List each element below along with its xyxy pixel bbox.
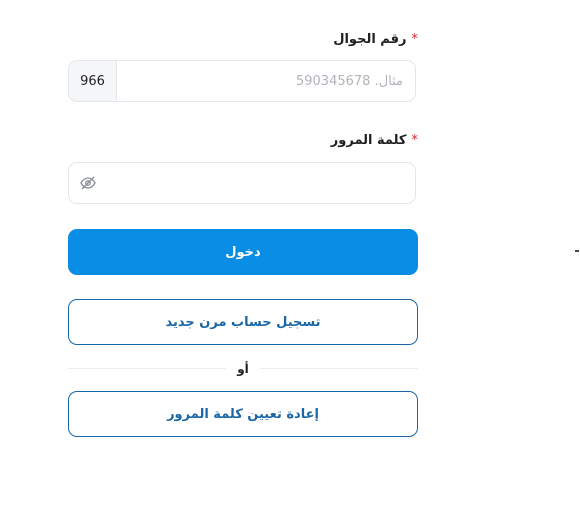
phone-input[interactable] [116,61,415,101]
phone-field[interactable]: 966 [68,60,416,102]
required-mark: * [411,32,419,47]
register-button[interactable]: تسجيل حساب مرن جديد [68,299,418,345]
country-code: 966 [69,61,117,101]
password-label-text: كلمة المرور [330,133,407,148]
password-field[interactable] [68,162,416,204]
login-button[interactable]: دخول [68,229,418,275]
password-label: * كلمة المرور [331,133,418,148]
password-input[interactable] [105,163,415,203]
phone-label: * رقم الجوال [333,32,418,47]
reset-password-button[interactable]: إعادة تعيين كلمة المرور [68,391,418,437]
eye-off-icon[interactable] [80,176,96,190]
phone-label-text: رقم الجوال [333,32,407,47]
edge-mark [575,250,579,252]
required-mark: * [411,133,419,148]
or-separator: أو [226,360,260,378]
